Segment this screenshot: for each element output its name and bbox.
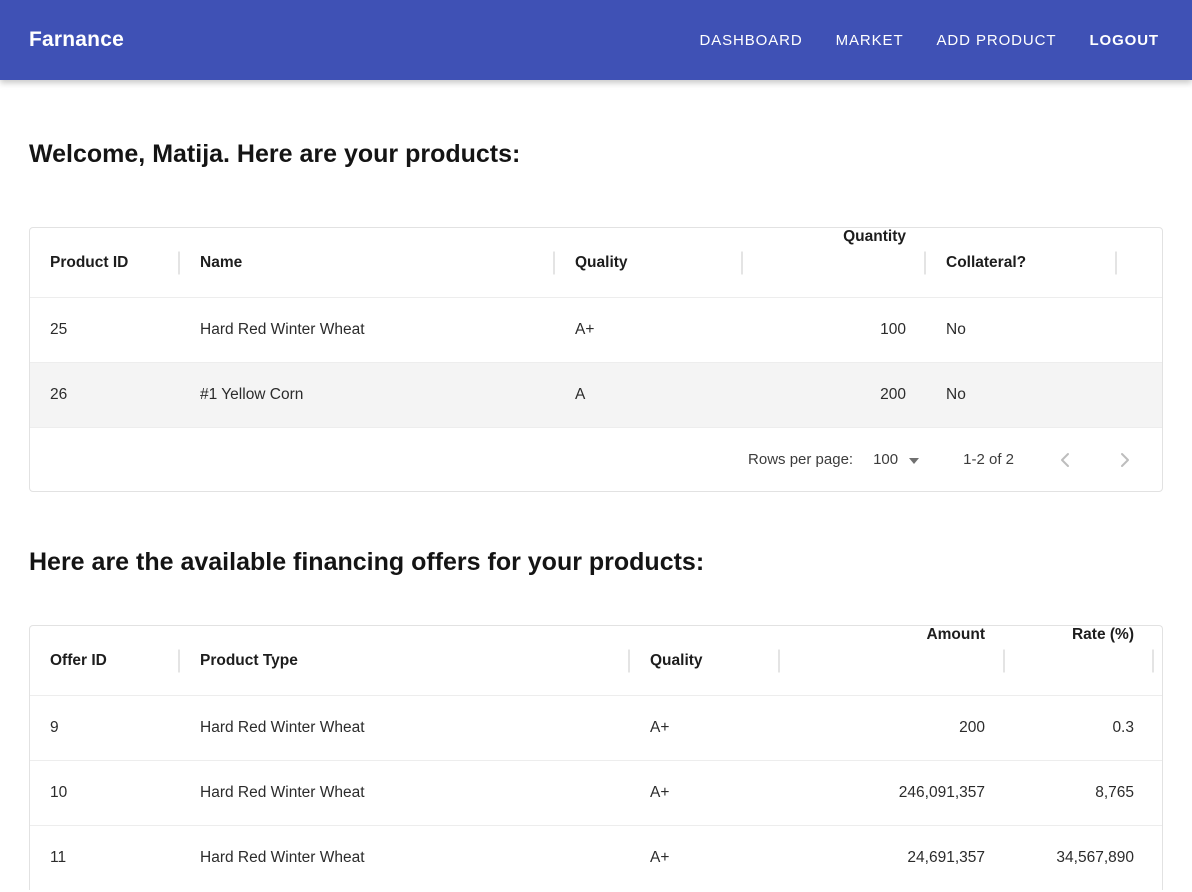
products-table: Product ID Name Quality Quantity Collate…: [29, 227, 1163, 492]
cell-rate: 34,567,890: [1005, 849, 1154, 867]
cell-quality: A+: [630, 784, 780, 802]
column-header-quality[interactable]: Quality: [630, 626, 780, 695]
nav-add-product[interactable]: ADD PRODUCT: [937, 32, 1057, 49]
caret-down-icon: [909, 458, 919, 464]
cell-product-type: Hard Red Winter Wheat: [180, 784, 630, 802]
table-row[interactable]: 10 Hard Red Winter Wheat A+ 246,091,357 …: [30, 760, 1162, 825]
column-header-quality[interactable]: Quality: [555, 228, 743, 297]
brand-logo[interactable]: Farnance: [29, 28, 124, 52]
row-spacer: [1154, 761, 1162, 825]
header-spacer: [1117, 228, 1162, 297]
chevron-right-icon: [1118, 452, 1132, 468]
products-table-header: Product ID Name Quality Quantity Collate…: [30, 228, 1162, 297]
cell-rate: 0.3: [1005, 719, 1154, 737]
offers-table: Offer ID Product Type Quality Amount Rat…: [29, 625, 1163, 890]
cell-product-type: Hard Red Winter Wheat: [180, 849, 630, 867]
column-header-quantity[interactable]: Quantity: [743, 228, 926, 297]
table-pagination: Rows per page: 100 1-2 of 2: [30, 427, 1162, 491]
cell-quality: A+: [555, 321, 743, 339]
pagination-controls: [1054, 448, 1136, 472]
cell-offer-id: 10: [30, 784, 180, 802]
table-row[interactable]: 11 Hard Red Winter Wheat A+ 24,691,357 3…: [30, 825, 1162, 890]
pagination-range: 1-2 of 2: [963, 451, 1014, 468]
cell-product-id: 26: [30, 386, 180, 404]
table-row[interactable]: 26 #1 Yellow Corn A 200 No: [30, 362, 1162, 427]
table-row[interactable]: 9 Hard Red Winter Wheat A+ 200 0.3: [30, 695, 1162, 760]
nav-market[interactable]: MARKET: [836, 32, 904, 49]
cell-quality: A+: [630, 849, 780, 867]
products-heading: Welcome, Matija. Here are your products:: [29, 138, 1163, 171]
top-nav: DASHBOARD MARKET ADD PRODUCT LOGOUT: [700, 32, 1160, 49]
previous-page-button[interactable]: [1054, 448, 1076, 472]
offers-table-header: Offer ID Product Type Quality Amount Rat…: [30, 626, 1162, 695]
page-content: Welcome, Matija. Here are your products:…: [0, 138, 1192, 890]
cell-rate: 8,765: [1005, 784, 1154, 802]
cell-amount: 200: [780, 719, 1005, 737]
cell-quality: A+: [630, 719, 780, 737]
table-row[interactable]: 25 Hard Red Winter Wheat A+ 100 No: [30, 297, 1162, 362]
cell-amount: 24,691,357: [780, 849, 1005, 867]
app-bar: Farnance DASHBOARD MARKET ADD PRODUCT LO…: [0, 0, 1192, 80]
cell-quantity: 100: [743, 321, 926, 339]
cell-collateral: No: [926, 321, 1117, 339]
cell-offer-id: 9: [30, 719, 180, 737]
cell-name: Hard Red Winter Wheat: [180, 321, 555, 339]
next-page-button[interactable]: [1114, 448, 1136, 472]
offers-heading: Here are the available financing offers …: [29, 546, 1163, 579]
column-header-offer-id[interactable]: Offer ID: [30, 626, 180, 695]
rows-per-page-value: 100: [873, 451, 898, 468]
rows-per-page-label: Rows per page:: [748, 451, 853, 468]
cell-product-type: Hard Red Winter Wheat: [180, 719, 630, 737]
column-header-product-type[interactable]: Product Type: [180, 626, 630, 695]
column-header-name[interactable]: Name: [180, 228, 555, 297]
nav-dashboard[interactable]: DASHBOARD: [700, 32, 803, 49]
column-header-rate[interactable]: Rate (%): [1005, 626, 1154, 695]
column-header-collateral[interactable]: Collateral?: [926, 228, 1117, 297]
chevron-left-icon: [1058, 452, 1072, 468]
header-spacer: [1154, 626, 1162, 695]
cell-product-id: 25: [30, 321, 180, 339]
row-spacer: [1117, 298, 1162, 362]
row-spacer: [1117, 363, 1162, 427]
row-spacer: [1154, 826, 1162, 890]
cell-amount: 246,091,357: [780, 784, 1005, 802]
rows-per-page-select[interactable]: 100: [873, 451, 919, 468]
row-spacer: [1154, 696, 1162, 760]
nav-logout[interactable]: LOGOUT: [1089, 32, 1159, 49]
cell-collateral: No: [926, 386, 1117, 404]
cell-offer-id: 11: [30, 849, 180, 867]
column-header-amount[interactable]: Amount: [780, 626, 1005, 695]
cell-quality: A: [555, 386, 743, 404]
cell-name: #1 Yellow Corn: [180, 386, 555, 404]
cell-quantity: 200: [743, 386, 926, 404]
column-header-product-id[interactable]: Product ID: [30, 228, 180, 297]
